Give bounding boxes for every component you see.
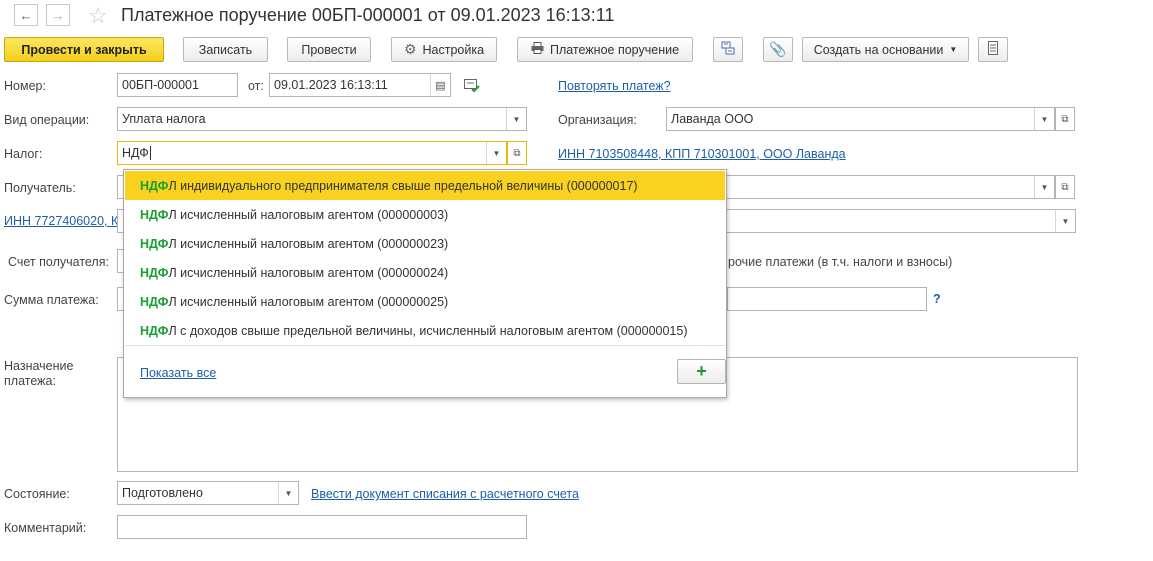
autocomplete-item-label: Л исчисленный налоговым агентом (0000000… — [168, 207, 449, 222]
chevron-down-icon[interactable]: ▼ — [506, 108, 526, 130]
autocomplete-item[interactable]: НДФ Л с доходов свыше предельной величины… — [125, 316, 725, 345]
open-organization-button[interactable]: ⧉ — [1055, 107, 1075, 131]
autocomplete-item[interactable]: НДФ Л исчисленный налоговым агентом (0000… — [125, 200, 725, 229]
comment-label: Комментарий: — [4, 521, 87, 535]
open-icon: ⧉ — [513, 147, 521, 159]
paperclip-icon: 📎 — [769, 41, 787, 57]
recipient-inn-link[interactable]: ИНН 7727406020, К — [4, 214, 118, 228]
tax-input[interactable]: НДФ ▼ — [117, 141, 507, 165]
comment-field[interactable] — [117, 515, 527, 539]
date-field[interactable]: 09.01.2023 16:13:11 ▤ — [269, 73, 451, 97]
chevron-down-icon: ▼ — [949, 45, 958, 54]
match-highlight: НДФ — [140, 323, 169, 338]
autocomplete-item-label: Л индивидуального предпринимателя свыше … — [168, 178, 638, 193]
attachments-button[interactable]: 📎 — [763, 37, 793, 62]
chevron-down-icon[interactable]: ▼ — [1055, 210, 1075, 232]
print-payment-order-button[interactable]: Платежное поручение — [517, 37, 693, 62]
add-tax-button[interactable]: + — [677, 359, 726, 384]
printer-icon — [531, 42, 544, 57]
settings-button[interactable]: ⚙ Настройка — [391, 37, 497, 62]
match-highlight: НДФ — [140, 294, 169, 309]
gear-icon: ⚙ — [403, 41, 417, 57]
autocomplete-item[interactable]: НДФ Л исчисленный налоговым агентом (0000… — [125, 287, 725, 316]
chevron-down-icon[interactable]: ▼ — [486, 142, 506, 164]
post-and-close-button[interactable]: Провести и закрыть — [4, 37, 164, 62]
match-highlight: НДФ — [140, 265, 169, 280]
create-based-on-button[interactable]: Создать на основании ▼ — [802, 37, 969, 62]
recipient-label: Получатель: — [4, 181, 76, 195]
state-select[interactable]: Подготовлено ▼ — [117, 481, 299, 505]
autocomplete-item-label: Л исчисленный налоговым агентом (0000000… — [168, 236, 449, 251]
date-label: от: — [248, 79, 264, 93]
list-menu-icon — [988, 41, 998, 58]
amount-label: Сумма платежа: — [4, 293, 99, 307]
forward-button[interactable]: → — [46, 4, 70, 26]
show-all-link[interactable]: Показать все — [140, 366, 216, 380]
text-cursor — [149, 146, 151, 160]
autocomplete-item-label: Л исчисленный налоговым агентом (0000000… — [168, 294, 449, 309]
match-highlight: НДФ — [140, 207, 169, 222]
tax-autocomplete-popup: НДФ Л индивидуального предпринимателя свы… — [123, 169, 727, 398]
more-button[interactable] — [978, 37, 1008, 62]
calendar-icon[interactable]: ▤ — [430, 74, 450, 96]
recipient-account-label: Счет получателя: — [8, 255, 109, 269]
other-payments-text: рочие платежи (в т.ч. налоги и взносы) — [728, 255, 953, 269]
page-title: Платежное поручение 00БП-000001 от 09.01… — [121, 5, 615, 25]
match-highlight: НДФ — [140, 236, 169, 251]
organization-label: Организация: — [558, 113, 637, 127]
divider — [125, 345, 725, 346]
arrow-right-icon: → — [51, 7, 65, 23]
plus-icon: + — [696, 361, 707, 381]
arrow-left-icon: ← — [19, 7, 33, 23]
operation-label: Вид операции: — [4, 113, 90, 127]
post-button[interactable]: Провести — [287, 37, 371, 62]
favorite-star-icon[interactable]: ☆ — [88, 3, 108, 29]
chevron-down-icon[interactable]: ▼ — [1034, 176, 1054, 198]
document-structure-icon — [721, 41, 735, 58]
post-status-icon — [464, 79, 480, 96]
vat-field[interactable] — [727, 287, 927, 311]
chevron-down-icon[interactable]: ▼ — [278, 482, 298, 504]
autocomplete-item[interactable]: НДФ Л исчисленный налоговым агентом (0000… — [125, 229, 725, 258]
state-label: Состояние: — [4, 487, 70, 501]
autocomplete-item[interactable]: НДФ Л исчисленный налоговым агентом (0000… — [125, 258, 725, 287]
number-label: Номер: — [4, 79, 46, 93]
open-icon: ⧉ — [1061, 113, 1069, 125]
repeat-payment-link[interactable]: Повторять платеж? — [558, 79, 671, 93]
chevron-down-icon[interactable]: ▼ — [1034, 108, 1054, 130]
help-icon[interactable]: ? — [933, 292, 941, 306]
number-field[interactable]: 00БП-000001 — [117, 73, 238, 97]
autocomplete-item-label: Л с доходов свыше предельной величины, и… — [168, 323, 688, 338]
tax-label: Налог: — [4, 147, 43, 161]
autocomplete-item[interactable]: НДФ Л индивидуального предпринимателя свы… — [125, 171, 725, 200]
organization-select[interactable]: Лаванда ООО ▼ — [666, 107, 1055, 131]
back-button[interactable]: ← — [14, 4, 38, 26]
open-tax-button[interactable]: ⧉ — [507, 141, 527, 165]
organization-details-link[interactable]: ИНН 7103508448, КПП 710301001, ООО Лаван… — [558, 147, 846, 161]
structure-button[interactable] — [713, 37, 743, 62]
open-recipient-button[interactable]: ⧉ — [1055, 175, 1075, 199]
write-off-link[interactable]: Ввести документ списания с расчетного сч… — [311, 487, 579, 501]
match-highlight: НДФ — [140, 178, 169, 193]
operation-select[interactable]: Уплата налога ▼ — [117, 107, 527, 131]
autocomplete-item-label: Л исчисленный налоговым агентом (0000000… — [168, 265, 449, 280]
purpose-label: Назначение платежа: — [4, 359, 74, 388]
open-icon: ⧉ — [1061, 181, 1069, 193]
save-button[interactable]: Записать — [183, 37, 268, 62]
